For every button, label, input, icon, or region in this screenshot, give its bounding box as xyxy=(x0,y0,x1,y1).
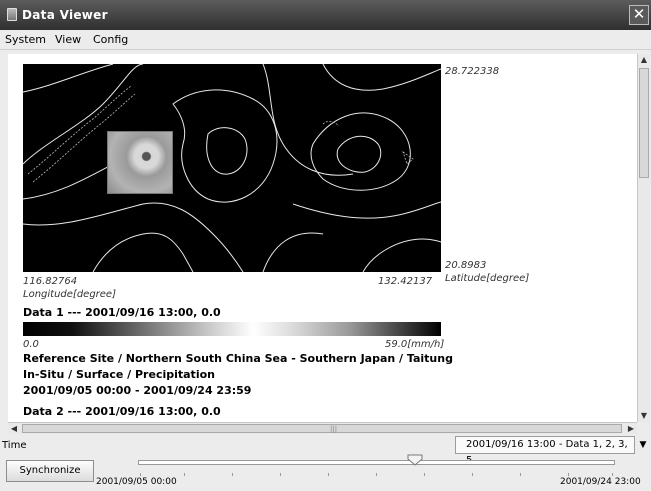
scale-min-label: 0.0 xyxy=(23,339,39,350)
menu-system[interactable]: System xyxy=(5,33,46,46)
arrow-up-icon[interactable]: ▲ xyxy=(638,54,650,66)
time-label: Time xyxy=(2,440,27,451)
slider-tick xyxy=(280,473,281,476)
contour-map[interactable] xyxy=(23,64,441,272)
lat-max-label: 28.722338 xyxy=(445,66,500,77)
scale-max-label: 59.0[mm/h] xyxy=(385,339,445,350)
slider-tick xyxy=(328,473,329,476)
time-end-label: 2001/09/24 23:00 xyxy=(560,477,641,487)
slider-tick xyxy=(520,473,521,476)
slider-tick xyxy=(612,473,613,476)
close-button[interactable]: ✕ xyxy=(629,5,649,25)
latitude-axis-label: Latitude[degree] xyxy=(445,273,530,284)
data-viewer-window: Data Viewer ✕ System View Config 28.7223… xyxy=(0,0,651,491)
menu-bar: System View Config xyxy=(0,30,651,50)
close-icon: ✕ xyxy=(632,5,646,23)
horizontal-scroll-thumb[interactable]: ||| xyxy=(22,424,622,433)
time-start-label: 2001/09/05 00:00 xyxy=(96,477,177,487)
slider-tick xyxy=(424,473,425,476)
slider-tick xyxy=(140,473,141,476)
longitude-axis-label: Longitude[degree] xyxy=(23,289,116,300)
slider-tick xyxy=(472,473,473,476)
satellite-image xyxy=(107,131,173,194)
title-bar[interactable]: Data Viewer ✕ xyxy=(0,0,651,30)
lon-min-label: 116.82764 xyxy=(23,276,78,287)
chevron-down-icon[interactable]: ▼ xyxy=(636,436,650,454)
horizontal-scrollbar[interactable]: ◀ ||| ▶ xyxy=(8,422,637,434)
window-icon xyxy=(7,8,17,21)
color-scale-bar xyxy=(23,322,441,336)
time-slider-thumb[interactable] xyxy=(407,454,423,466)
time-select[interactable]: 2001/09/16 13:00 - Data 1, 2, 3, 5 xyxy=(455,436,635,466)
vertical-scroll-thumb[interactable] xyxy=(639,68,649,178)
data1-heading: Data 1 --- 2001/09/16 13:00, 0.0 xyxy=(23,306,221,319)
slider-tick xyxy=(568,473,569,476)
data1-period: 2001/09/05 00:00 - 2001/09/24 23:59 xyxy=(23,384,252,397)
slider-tick xyxy=(232,473,233,476)
lon-max-label: 132.42137 xyxy=(378,276,433,287)
slider-tick xyxy=(376,473,377,476)
data1-kind: In-Situ / Surface / Precipitation xyxy=(23,368,215,381)
time-panel: Time 2001/09/16 13:00 - Data 1, 2, 3, 5 … xyxy=(0,434,651,491)
slider-tick xyxy=(184,473,185,476)
synchronize-button[interactable]: Synchronize xyxy=(6,460,94,482)
menu-config[interactable]: Config xyxy=(93,33,128,46)
contour-lines xyxy=(23,64,441,272)
arrow-left-icon[interactable]: ◀ xyxy=(8,423,20,434)
menu-view[interactable]: View xyxy=(55,33,81,46)
viewer-content: 28.722338 20.8983 Latitude[degree] 116.8… xyxy=(8,54,637,422)
vertical-scrollbar[interactable]: ▲ ▼ xyxy=(637,54,650,422)
data2-heading: Data 2 --- 2001/09/16 13:00, 0.0 xyxy=(23,405,221,418)
time-slider-track[interactable] xyxy=(138,460,615,465)
window-title: Data Viewer xyxy=(22,8,108,22)
arrow-right-icon[interactable]: ▶ xyxy=(625,423,637,434)
data1-site: Reference Site / Northern South China Se… xyxy=(23,352,453,365)
lat-min-label: 20.8983 xyxy=(445,260,487,271)
arrow-down-icon[interactable]: ▼ xyxy=(638,410,650,422)
grip-icon: ||| xyxy=(330,425,338,433)
